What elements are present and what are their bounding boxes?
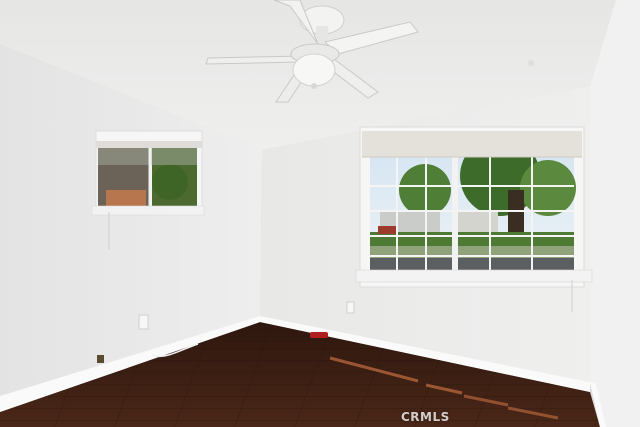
floor-outlet: [97, 355, 104, 363]
wall-outlet-icon: [138, 314, 149, 330]
red-cord: [310, 332, 328, 338]
watermark-text: CRMLS: [401, 410, 450, 424]
wall-outlet-icon: [346, 301, 355, 314]
ceiling-fixture: [528, 60, 534, 66]
right-window: [355, 126, 593, 312]
room-illustration: [0, 0, 640, 427]
empty-room-photo: CRMLS: [0, 0, 640, 427]
right-wall: [590, 0, 640, 427]
